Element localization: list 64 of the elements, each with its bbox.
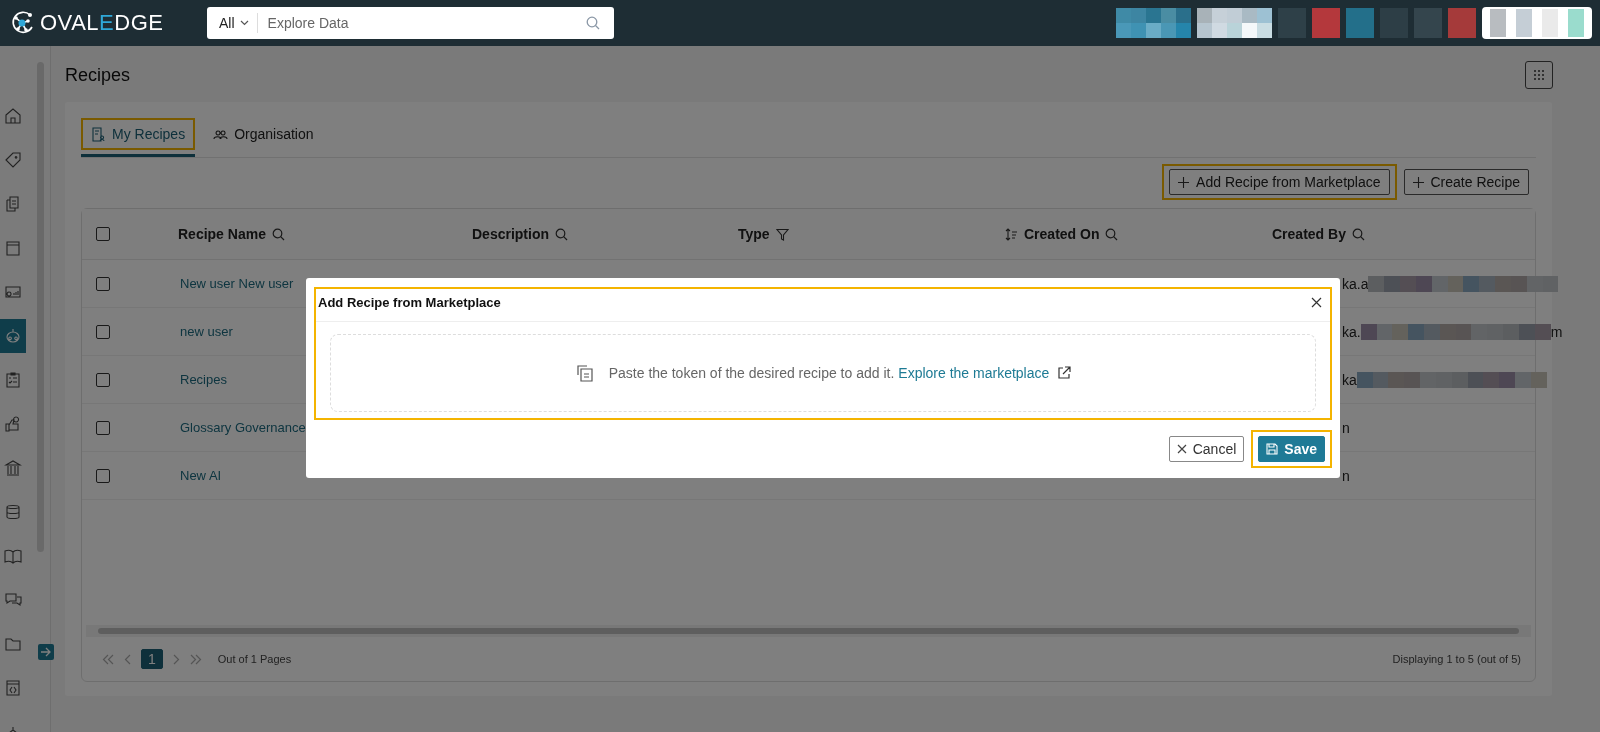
- display-count: Displaying 1 to 5 (out of 5): [1392, 653, 1521, 665]
- search-icon[interactable]: [1351, 227, 1365, 241]
- search-field[interactable]: All Explore Data: [207, 7, 614, 39]
- page-title: Recipes: [65, 64, 131, 86]
- search-icon[interactable]: [586, 16, 600, 30]
- row-checkbox[interactable]: [96, 276, 110, 291]
- column-header[interactable]: Type: [738, 226, 1005, 242]
- row-checkbox[interactable]: [96, 324, 110, 339]
- search-icon[interactable]: [555, 227, 568, 241]
- scope-dropdown[interactable]: All: [219, 13, 258, 33]
- apps-button[interactable]: [1525, 61, 1553, 89]
- robot-icon[interactable]: [0, 319, 26, 353]
- plus-icon: [1412, 176, 1424, 188]
- marketplace-link[interactable]: Explore the marketplace: [898, 365, 1050, 381]
- recipe-name-link[interactable]: New AI: [178, 468, 222, 483]
- cancel-button[interactable]: Cancel: [1168, 436, 1245, 462]
- column-header[interactable]: Created By: [1272, 226, 1535, 242]
- previous-page-icon[interactable]: [124, 653, 131, 665]
- table-cell: ka.: [1342, 323, 1361, 340]
- paste-instruction: Paste the token of the desired recipe to add it.: [608, 365, 895, 381]
- token-drop-area[interactable]: Paste the token of the desired recipe to add it. Explore the marketplace: [330, 334, 1316, 412]
- select-all-checkbox[interactable]: [96, 227, 110, 241]
- next-page-icon[interactable]: [172, 653, 180, 665]
- action-button[interactable]: Add Recipe from Marketplace: [1169, 169, 1390, 195]
- row-checkbox[interactable]: [96, 420, 110, 435]
- recipe-name-link[interactable]: Recipes: [178, 372, 227, 387]
- search-icon[interactable]: [1105, 227, 1119, 241]
- page-button[interactable]: 1: [141, 649, 163, 669]
- modal-title: Add Recipe from Marketplace: [318, 294, 501, 310]
- column-header[interactable]: Recipe Name: [178, 226, 472, 242]
- recipe-name-link[interactable]: new user: [178, 324, 233, 339]
- highlight-frame: My Recipes: [81, 118, 196, 150]
- page-count: Out of 1 Pages: [217, 653, 292, 665]
- external-link-icon[interactable]: [1057, 366, 1072, 380]
- recipe-name-link[interactable]: Glossary Governance: [178, 420, 306, 435]
- close-icon: [1176, 444, 1187, 454]
- filter-icon[interactable]: [775, 227, 789, 241]
- table-cell: n: [1342, 467, 1350, 484]
- expand-button[interactable]: [38, 644, 54, 660]
- plus-icon: [1178, 176, 1190, 188]
- paste-icon: [574, 363, 595, 383]
- table-cell: ka.a: [1342, 275, 1369, 292]
- table-cell: n: [1342, 419, 1350, 436]
- first-page-icon[interactable]: [102, 653, 114, 665]
- tab[interactable]: My Recipes: [81, 118, 196, 157]
- column-header[interactable]: Created On: [1005, 226, 1272, 242]
- horizontal-scrollbar[interactable]: [86, 625, 1531, 637]
- table-cell: ka: [1342, 371, 1357, 388]
- action-button[interactable]: Create Recipe: [1403, 169, 1529, 195]
- last-page-icon[interactable]: [189, 653, 202, 665]
- recipe-icon: [91, 126, 106, 142]
- column-header[interactable]: Description: [472, 226, 738, 242]
- row-checkbox[interactable]: [96, 468, 110, 483]
- row-checkbox[interactable]: [96, 372, 110, 387]
- grid-icon: [1533, 69, 1545, 81]
- tab[interactable]: Organisation: [203, 118, 324, 157]
- search-icon[interactable]: [271, 227, 285, 241]
- sort-icon[interactable]: [1005, 227, 1018, 241]
- recipe-name-link[interactable]: New user New user: [178, 276, 294, 291]
- save-button[interactable]: Save: [1258, 436, 1325, 462]
- logo-text: OVALEDGE: [40, 10, 164, 36]
- close-icon[interactable]: [1311, 296, 1322, 308]
- table-cell: m: [1550, 323, 1563, 340]
- caret-icon: [239, 20, 249, 26]
